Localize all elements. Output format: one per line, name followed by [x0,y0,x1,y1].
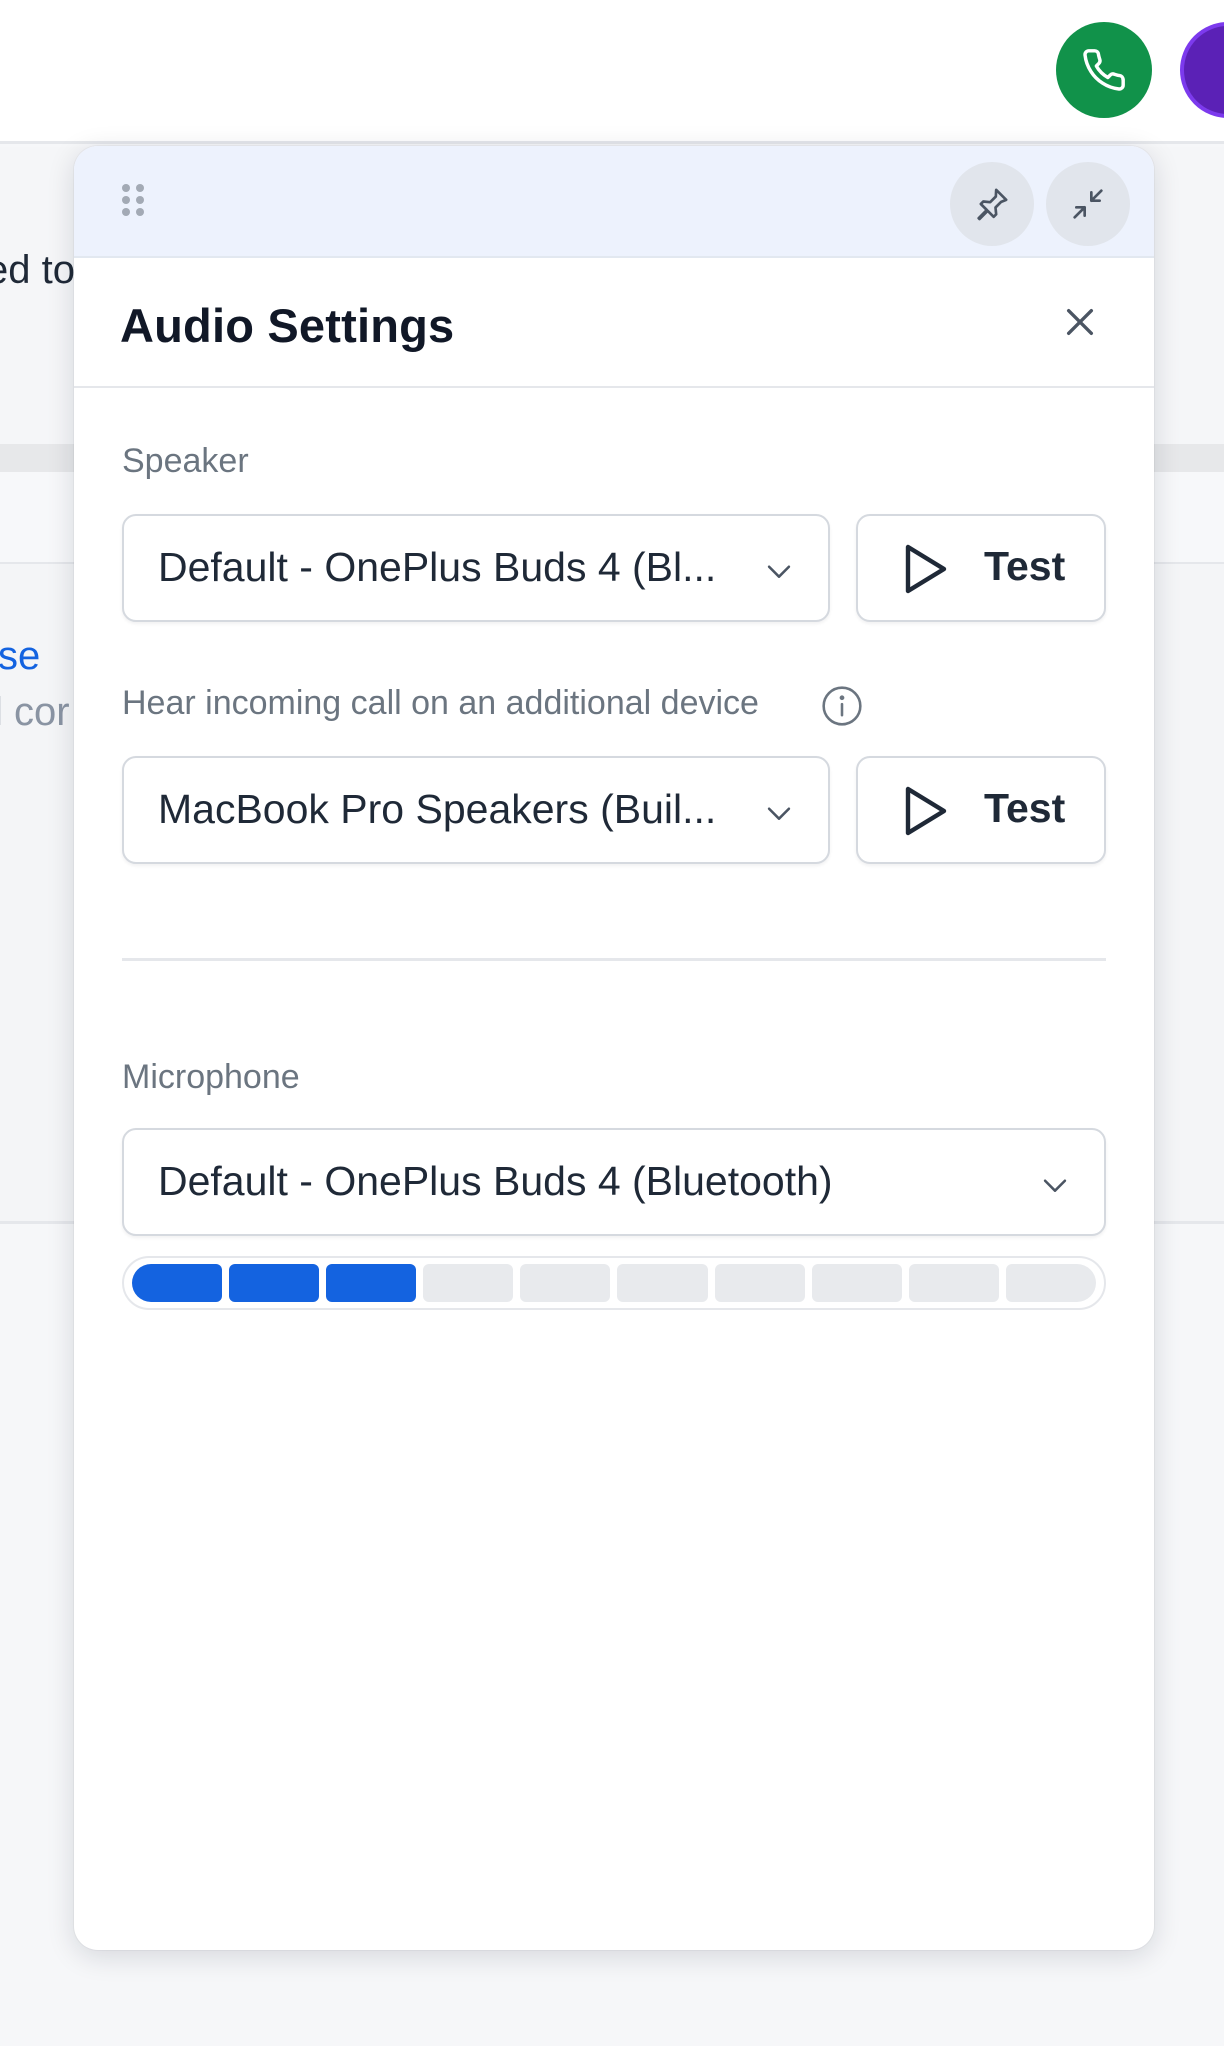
level-segment [908,1264,999,1302]
user-avatar-button[interactable] [1180,22,1224,118]
pin-button[interactable] [950,162,1034,246]
speaker-label: Speaker [122,442,249,480]
modal-title: Audio Settings [120,299,455,352]
info-icon[interactable] [820,684,864,728]
level-segment [229,1264,320,1302]
chevron-down-icon [1043,1179,1067,1192]
play-icon [905,786,947,836]
speaker-test-label: Test [984,543,1066,589]
modal-toolbar [74,146,1154,258]
additional-device-select[interactable]: MacBook Pro Speakers (Buil... [122,756,830,864]
background-subtext: l cor [0,690,70,734]
screen: ed to se l cor Audio Settings [0,0,1224,2046]
speaker-test-button[interactable]: Test [856,514,1106,622]
level-segment [714,1264,805,1302]
chevron-down-icon [767,807,791,820]
minimize-button[interactable] [1046,162,1130,246]
level-segment [520,1264,611,1302]
additional-device-label: Hear incoming call on an additional devi… [122,684,759,722]
drag-handle-icon[interactable] [122,184,146,218]
microphone-selected-value: Default - OnePlus Buds 4 (Bluetooth) [158,1158,833,1204]
microphone-level-meter [122,1256,1106,1310]
background-link[interactable]: se [0,634,40,679]
minimize-icon [1073,189,1103,219]
level-segment [423,1264,514,1302]
close-icon [1066,308,1094,336]
phone-icon [1083,49,1125,91]
additional-device-test-label: Test [984,785,1066,831]
level-segment [811,1264,902,1302]
modal-header: Audio Settings [74,258,1154,388]
audio-settings-modal: Audio Settings Speaker Default - OnePlus… [74,146,1154,1950]
pin-icon [977,188,1008,221]
close-button[interactable] [1052,294,1108,350]
play-icon [905,544,947,594]
additional-device-selected-value: MacBook Pro Speakers (Buil... [158,786,717,832]
microphone-label: Microphone [122,1058,300,1096]
level-segment [617,1264,708,1302]
speaker-select[interactable]: Default - OnePlus Buds 4 (Bl... [122,514,830,622]
call-button[interactable] [1056,22,1152,118]
additional-device-test-button[interactable]: Test [856,756,1106,864]
level-segment [326,1264,417,1302]
level-segment [1005,1264,1096,1302]
background-text: ed to [0,248,75,292]
app-topbar [0,0,1224,144]
microphone-select[interactable]: Default - OnePlus Buds 4 (Bluetooth) [122,1128,1106,1236]
speaker-selected-value: Default - OnePlus Buds 4 (Bl... [158,544,717,590]
chevron-down-icon [767,565,791,578]
section-divider [122,958,1106,961]
level-segment [132,1264,223,1302]
